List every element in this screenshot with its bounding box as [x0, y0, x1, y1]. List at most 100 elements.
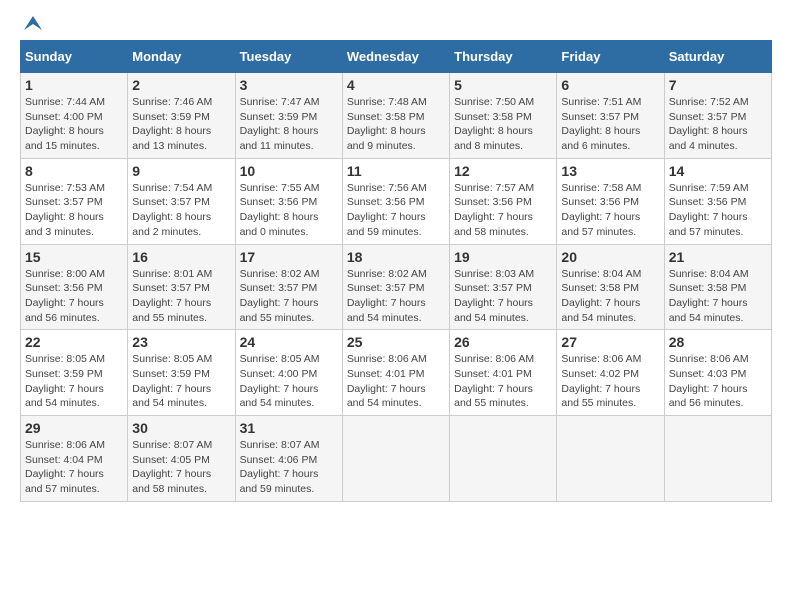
day-number: 3	[240, 77, 338, 93]
day-number: 17	[240, 249, 338, 265]
calendar-cell	[342, 416, 449, 502]
logo-bird-icon	[22, 12, 44, 34]
calendar-cell: 23 Sunrise: 8:05 AM Sunset: 3:59 PM Dayli…	[128, 330, 235, 416]
calendar-cell: 5 Sunrise: 7:50 AM Sunset: 3:58 PM Daylig…	[450, 73, 557, 159]
day-number: 23	[132, 334, 230, 350]
day-number: 11	[347, 163, 445, 179]
calendar-table: SundayMondayTuesdayWednesdayThursdayFrid…	[20, 40, 772, 502]
calendar-cell: 9 Sunrise: 7:54 AM Sunset: 3:57 PM Daylig…	[128, 158, 235, 244]
day-number: 6	[561, 77, 659, 93]
day-detail: Sunrise: 7:57 AM Sunset: 3:56 PM Dayligh…	[454, 181, 552, 240]
calendar-cell: 3Sunrise: 7:47 AM Sunset: 3:59 PM Daylig…	[235, 73, 342, 159]
day-detail: Sunrise: 8:03 AM Sunset: 3:57 PM Dayligh…	[454, 267, 552, 326]
weekday-header-wednesday: Wednesday	[342, 41, 449, 73]
day-number: 21	[669, 249, 767, 265]
day-number: 27	[561, 334, 659, 350]
calendar-cell: 25 Sunrise: 8:06 AM Sunset: 4:01 PM Dayli…	[342, 330, 449, 416]
day-detail: Sunrise: 7:46 AM Sunset: 3:59 PM Dayligh…	[132, 95, 230, 154]
calendar-week-row: 22 Sunrise: 8:05 AM Sunset: 3:59 PM Dayli…	[21, 330, 772, 416]
day-detail: Sunrise: 7:48 AM Sunset: 3:58 PM Dayligh…	[347, 95, 445, 154]
calendar-cell: 22 Sunrise: 8:05 AM Sunset: 3:59 PM Dayli…	[21, 330, 128, 416]
calendar-cell: 11 Sunrise: 7:56 AM Sunset: 3:56 PM Dayli…	[342, 158, 449, 244]
day-detail: Sunrise: 8:07 AM Sunset: 4:05 PM Dayligh…	[132, 438, 230, 497]
day-number: 2	[132, 77, 230, 93]
calendar-cell: 14Sunrise: 7:59 AM Sunset: 3:56 PM Dayli…	[664, 158, 771, 244]
day-number: 18	[347, 249, 445, 265]
day-detail: Sunrise: 8:06 AM Sunset: 4:03 PM Dayligh…	[669, 352, 767, 411]
day-number: 8	[25, 163, 123, 179]
calendar-cell: 13 Sunrise: 7:58 AM Sunset: 3:56 PM Dayli…	[557, 158, 664, 244]
day-detail: Sunrise: 8:07 AM Sunset: 4:06 PM Dayligh…	[240, 438, 338, 497]
calendar-cell: 17 Sunrise: 8:02 AM Sunset: 3:57 PM Dayli…	[235, 244, 342, 330]
day-detail: Sunrise: 7:58 AM Sunset: 3:56 PM Dayligh…	[561, 181, 659, 240]
calendar-cell: 7 Sunrise: 7:52 AM Sunset: 3:57 PM Daylig…	[664, 73, 771, 159]
day-detail: Sunrise: 7:55 AM Sunset: 3:56 PM Dayligh…	[240, 181, 338, 240]
calendar-cell: 6 Sunrise: 7:51 AM Sunset: 3:57 PM Daylig…	[557, 73, 664, 159]
day-detail: Sunrise: 8:05 AM Sunset: 3:59 PM Dayligh…	[132, 352, 230, 411]
weekday-header-row: SundayMondayTuesdayWednesdayThursdayFrid…	[21, 41, 772, 73]
day-detail: Sunrise: 8:01 AM Sunset: 3:57 PM Dayligh…	[132, 267, 230, 326]
day-number: 25	[347, 334, 445, 350]
day-detail: Sunrise: 7:53 AM Sunset: 3:57 PM Dayligh…	[25, 181, 123, 240]
calendar-cell	[450, 416, 557, 502]
day-detail: Sunrise: 8:06 AM Sunset: 4:04 PM Dayligh…	[25, 438, 123, 497]
day-detail: Sunrise: 8:02 AM Sunset: 3:57 PM Dayligh…	[240, 267, 338, 326]
calendar-cell: 8 Sunrise: 7:53 AM Sunset: 3:57 PM Daylig…	[21, 158, 128, 244]
day-number: 5	[454, 77, 552, 93]
calendar-cell: 1Sunrise: 7:44 AM Sunset: 4:00 PM Daylig…	[21, 73, 128, 159]
calendar-week-row: 15Sunrise: 8:00 AM Sunset: 3:56 PM Dayli…	[21, 244, 772, 330]
day-detail: Sunrise: 7:51 AM Sunset: 3:57 PM Dayligh…	[561, 95, 659, 154]
day-number: 4	[347, 77, 445, 93]
day-number: 9	[132, 163, 230, 179]
weekday-header-monday: Monday	[128, 41, 235, 73]
logo	[20, 20, 44, 30]
day-detail: Sunrise: 7:54 AM Sunset: 3:57 PM Dayligh…	[132, 181, 230, 240]
day-number: 1	[25, 77, 123, 93]
day-detail: Sunrise: 8:06 AM Sunset: 4:01 PM Dayligh…	[347, 352, 445, 411]
day-number: 30	[132, 420, 230, 436]
day-detail: Sunrise: 7:56 AM Sunset: 3:56 PM Dayligh…	[347, 181, 445, 240]
calendar-cell: 2 Sunrise: 7:46 AM Sunset: 3:59 PM Daylig…	[128, 73, 235, 159]
day-number: 22	[25, 334, 123, 350]
day-number: 24	[240, 334, 338, 350]
day-detail: Sunrise: 8:05 AM Sunset: 3:59 PM Dayligh…	[25, 352, 123, 411]
day-detail: Sunrise: 8:06 AM Sunset: 4:01 PM Dayligh…	[454, 352, 552, 411]
day-detail: Sunrise: 8:00 AM Sunset: 3:56 PM Dayligh…	[25, 267, 123, 326]
calendar-cell: 20 Sunrise: 8:04 AM Sunset: 3:58 PM Dayli…	[557, 244, 664, 330]
day-number: 12	[454, 163, 552, 179]
weekday-header-friday: Friday	[557, 41, 664, 73]
weekday-header-sunday: Sunday	[21, 41, 128, 73]
day-detail: Sunrise: 7:52 AM Sunset: 3:57 PM Dayligh…	[669, 95, 767, 154]
calendar-cell	[664, 416, 771, 502]
calendar-cell: 15Sunrise: 8:00 AM Sunset: 3:56 PM Dayli…	[21, 244, 128, 330]
calendar-cell: 10Sunrise: 7:55 AM Sunset: 3:56 PM Dayli…	[235, 158, 342, 244]
day-number: 28	[669, 334, 767, 350]
day-number: 26	[454, 334, 552, 350]
calendar-cell: 30 Sunrise: 8:07 AM Sunset: 4:05 PM Dayli…	[128, 416, 235, 502]
calendar-cell: 12 Sunrise: 7:57 AM Sunset: 3:56 PM Dayli…	[450, 158, 557, 244]
calendar-cell: 18Sunrise: 8:02 AM Sunset: 3:57 PM Dayli…	[342, 244, 449, 330]
day-number: 7	[669, 77, 767, 93]
day-detail: Sunrise: 7:59 AM Sunset: 3:56 PM Dayligh…	[669, 181, 767, 240]
calendar-cell: 19 Sunrise: 8:03 AM Sunset: 3:57 PM Dayli…	[450, 244, 557, 330]
day-number: 19	[454, 249, 552, 265]
calendar-cell: 21Sunrise: 8:04 AM Sunset: 3:58 PM Dayli…	[664, 244, 771, 330]
day-detail: Sunrise: 8:06 AM Sunset: 4:02 PM Dayligh…	[561, 352, 659, 411]
calendar-cell	[557, 416, 664, 502]
day-number: 13	[561, 163, 659, 179]
weekday-header-saturday: Saturday	[664, 41, 771, 73]
calendar-cell: 28 Sunrise: 8:06 AM Sunset: 4:03 PM Dayli…	[664, 330, 771, 416]
day-number: 16	[132, 249, 230, 265]
day-detail: Sunrise: 8:05 AM Sunset: 4:00 PM Dayligh…	[240, 352, 338, 411]
calendar-cell: 24 Sunrise: 8:05 AM Sunset: 4:00 PM Dayli…	[235, 330, 342, 416]
calendar-cell: 26 Sunrise: 8:06 AM Sunset: 4:01 PM Dayli…	[450, 330, 557, 416]
day-detail: Sunrise: 7:50 AM Sunset: 3:58 PM Dayligh…	[454, 95, 552, 154]
day-number: 29	[25, 420, 123, 436]
calendar-cell: 16 Sunrise: 8:01 AM Sunset: 3:57 PM Dayli…	[128, 244, 235, 330]
calendar-week-row: 1Sunrise: 7:44 AM Sunset: 4:00 PM Daylig…	[21, 73, 772, 159]
calendar-cell: 27 Sunrise: 8:06 AM Sunset: 4:02 PM Dayli…	[557, 330, 664, 416]
weekday-header-thursday: Thursday	[450, 41, 557, 73]
day-detail: Sunrise: 8:04 AM Sunset: 3:58 PM Dayligh…	[561, 267, 659, 326]
day-number: 20	[561, 249, 659, 265]
calendar-week-row: 29 Sunrise: 8:06 AM Sunset: 4:04 PM Dayli…	[21, 416, 772, 502]
